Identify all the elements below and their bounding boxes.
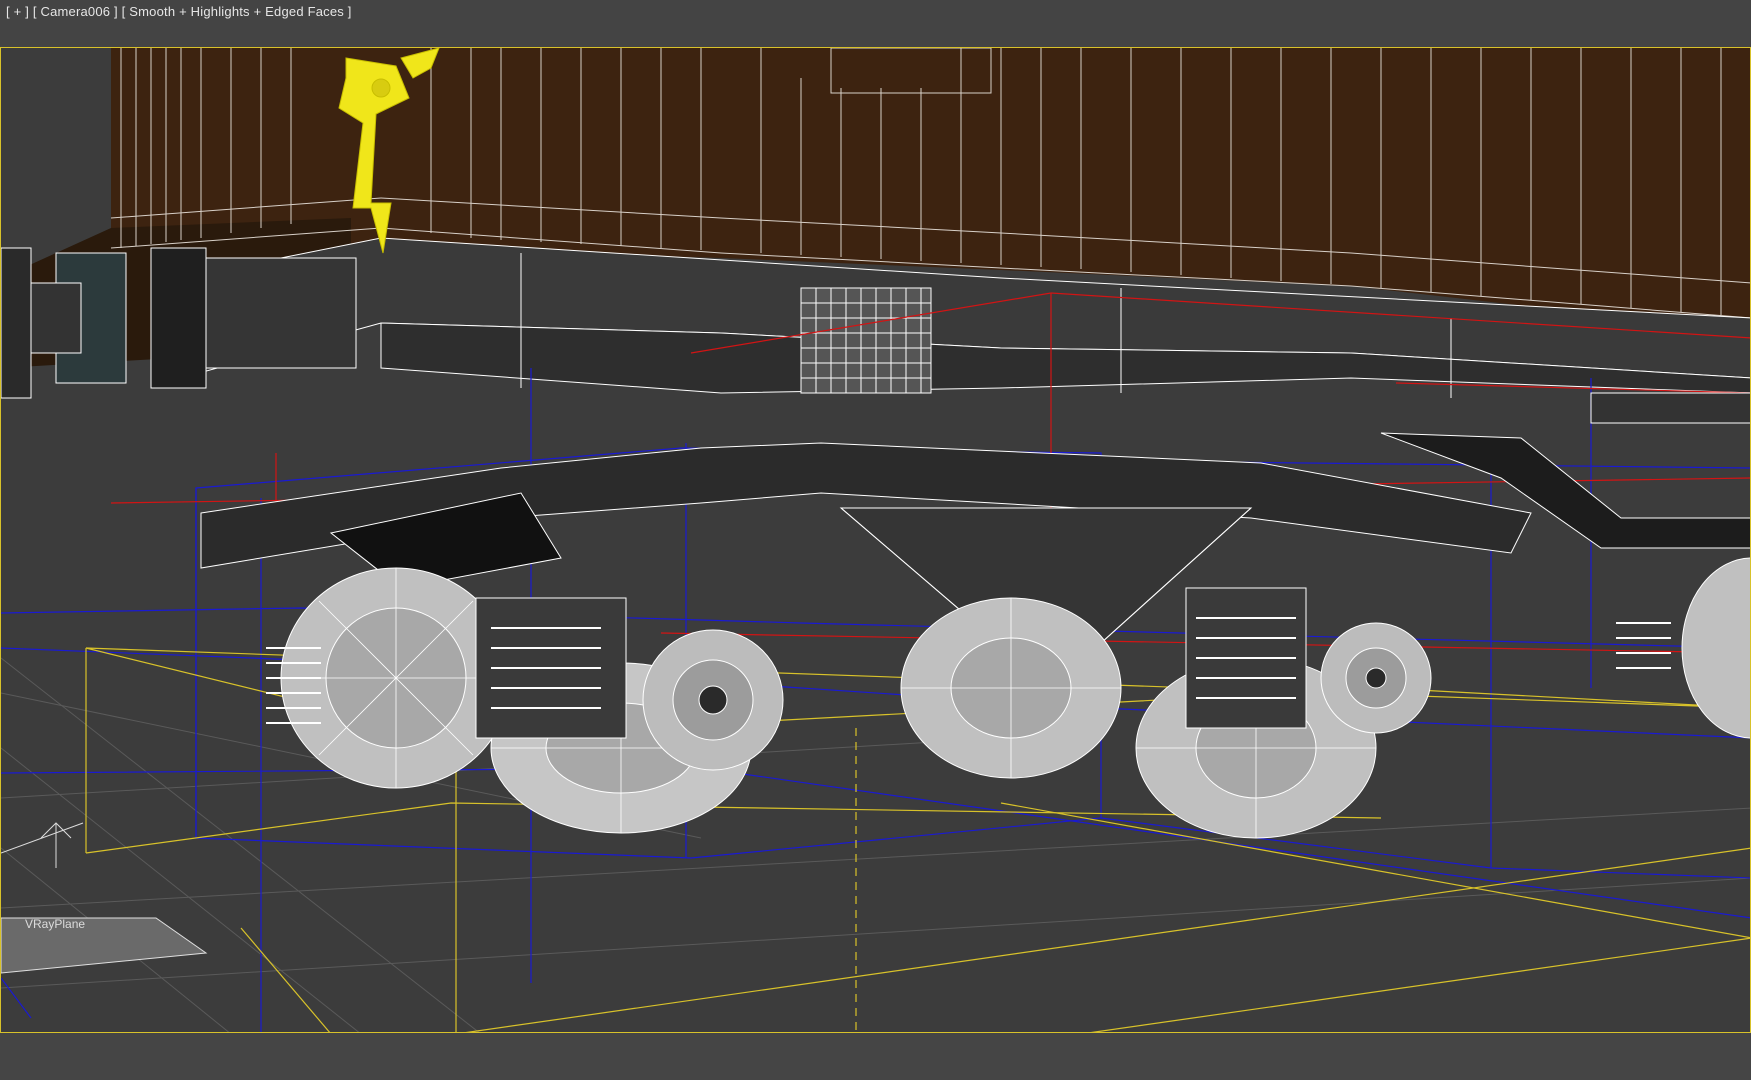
vray-plane-label: VRayPlane [25, 917, 86, 931]
ground-grid [1, 657, 1750, 1032]
wheel-5 [1681, 557, 1750, 739]
viewport-bottom-strip [0, 1033, 1751, 1080]
viewport-label[interactable]: [ + ] [ Camera006 ] [ Smooth + Highlight… [6, 4, 352, 19]
scene-render[interactable] [1, 48, 1751, 1033]
camera-viewport[interactable]: VRayPlane [0, 47, 1751, 1033]
axis-gizmo-icon [1, 822, 84, 868]
